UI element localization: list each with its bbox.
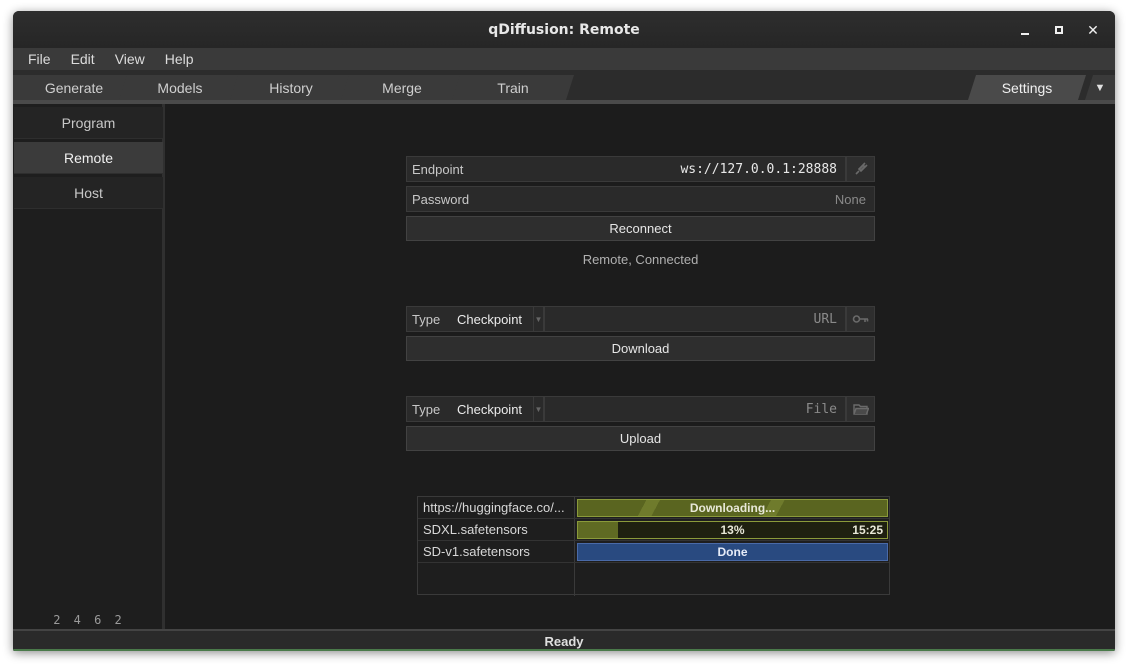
window-title: qDiffusion: Remote <box>488 21 640 38</box>
status-text: Ready <box>544 633 584 649</box>
download-type-value: Checkpoint <box>457 311 523 327</box>
tab-dropdown-button[interactable]: ▼ <box>1085 75 1115 100</box>
queue-progress-bar: 13% 15:25 <box>577 521 888 539</box>
queue-row[interactable]: SDXL.safetensors 13% 15:25 <box>418 519 889 541</box>
queue-progress-bar: Downloading... <box>577 499 888 517</box>
close-button[interactable]: ✕ <box>1079 19 1107 41</box>
queue-progress-bar: Done <box>577 543 888 561</box>
file-input[interactable] <box>545 397 845 421</box>
transfer-queue: https://huggingface.co/... Downloading..… <box>417 496 890 596</box>
queue-status: Downloading... <box>689 501 776 515</box>
upload-button[interactable]: Upload <box>406 426 875 451</box>
menu-edit[interactable]: Edit <box>61 48 105 70</box>
status-bar: Ready <box>13 629 1115 651</box>
chevron-down-icon: ▼ <box>533 397 543 421</box>
tab-models[interactable]: Models <box>119 75 241 100</box>
tab-settings[interactable]: Settings <box>968 75 1086 100</box>
sidebar-item-host[interactable]: Host <box>14 177 163 209</box>
remote-settings-panel: Endpoint Password Reconnect Remote, Conn… <box>168 104 1115 629</box>
title-bar: qDiffusion: Remote ✕ <box>13 11 1115 48</box>
plug-button[interactable] <box>846 156 875 182</box>
sidebar-item-program[interactable]: Program <box>14 107 163 139</box>
window-controls: ✕ <box>1011 19 1107 41</box>
maximize-button[interactable] <box>1045 19 1073 41</box>
queue-item-name: https://huggingface.co/... <box>418 497 575 518</box>
chevron-down-icon: ▼ <box>533 307 543 331</box>
chevron-down-icon: ▼ <box>1094 81 1106 94</box>
minimize-button[interactable] <box>1011 19 1039 41</box>
download-type-select[interactable]: Type Checkpoint ▼ <box>406 306 544 332</box>
endpoint-label: Endpoint <box>412 161 464 177</box>
queue-row[interactable]: SD-v1.safetensors Done <box>418 541 889 563</box>
tab-bar: Generate Models History Merge Train Sett… <box>13 70 1115 100</box>
file-field <box>544 396 846 422</box>
queue-row[interactable]: https://huggingface.co/... Downloading..… <box>418 497 889 519</box>
menu-view[interactable]: View <box>105 48 155 70</box>
key-icon <box>852 315 868 323</box>
endpoint-field: Endpoint <box>406 156 846 182</box>
endpoint-input[interactable] <box>463 157 845 181</box>
queue-row-empty <box>418 563 889 596</box>
url-field <box>544 306 846 332</box>
menu-bar: File Edit View Help <box>13 48 1115 70</box>
app-window: qDiffusion: Remote ✕ File Edit View Help… <box>13 11 1115 651</box>
download-button[interactable]: Download <box>406 336 875 361</box>
queue-item-name: SDXL.safetensors <box>418 519 575 540</box>
sidebar-counter: 2 4 6 2 <box>53 613 125 627</box>
tab-generate[interactable]: Generate <box>13 75 135 100</box>
settings-sidebar: Program Remote Host 2 4 6 2 <box>13 104 165 629</box>
key-button[interactable] <box>846 306 875 332</box>
menu-help[interactable]: Help <box>155 48 204 70</box>
reconnect-button[interactable]: Reconnect <box>406 216 875 241</box>
upload-type-value: Checkpoint <box>457 401 523 417</box>
tab-train[interactable]: Train <box>452 75 574 100</box>
folder-button[interactable] <box>846 396 875 422</box>
plug-icon <box>854 162 868 175</box>
menu-file[interactable]: File <box>18 48 61 70</box>
folder-icon <box>852 403 869 415</box>
password-label: Password <box>412 191 470 207</box>
minimize-icon <box>1021 33 1029 35</box>
download-type-label: Type <box>412 311 441 327</box>
url-input[interactable] <box>545 307 845 331</box>
queue-item-name-empty <box>418 563 575 596</box>
queue-status: Done <box>717 545 748 559</box>
upload-type-label: Type <box>412 401 441 417</box>
close-icon: ✕ <box>1087 21 1099 38</box>
sidebar-item-remote[interactable]: Remote <box>14 142 163 174</box>
upload-type-select[interactable]: Type Checkpoint ▼ <box>406 396 544 422</box>
password-field: Password <box>406 186 875 212</box>
tab-history[interactable]: History <box>230 75 352 100</box>
tab-merge[interactable]: Merge <box>341 75 463 100</box>
queue-status: 13% <box>720 523 745 537</box>
connection-status: Remote, Connected <box>582 252 699 267</box>
maximize-icon <box>1055 26 1063 34</box>
password-input[interactable] <box>469 187 874 211</box>
queue-item-name: SD-v1.safetensors <box>418 541 575 562</box>
status-accent <box>13 649 1115 651</box>
queue-time: 15:25 <box>852 523 883 537</box>
